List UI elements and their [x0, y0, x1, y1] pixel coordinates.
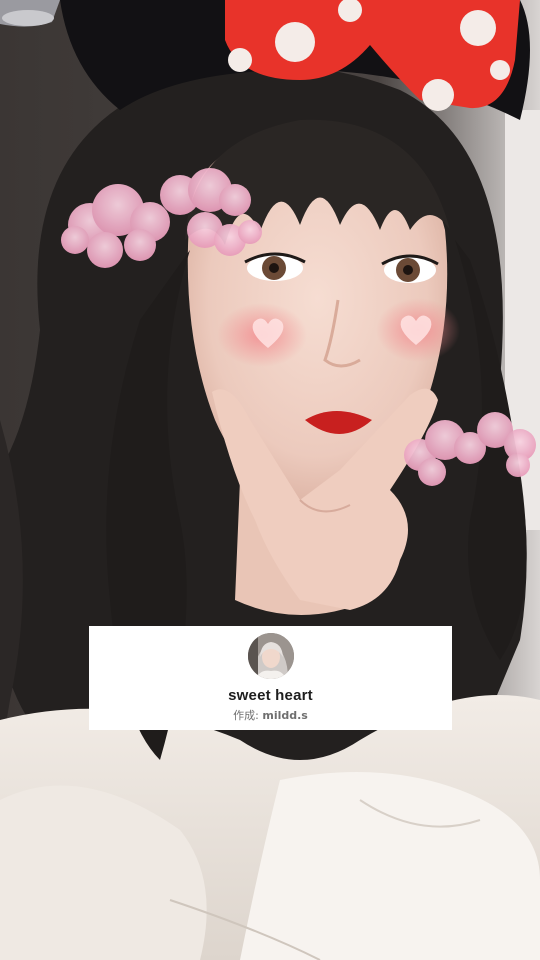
creator-prefix: 作成:: [233, 709, 263, 722]
avatar-portrait-icon: [247, 633, 294, 679]
camera-preview-screen: sweet heart 作成: mildd.s: [0, 0, 540, 960]
creator-name[interactable]: mildd.s: [262, 709, 307, 722]
camera-preview-photo: [0, 0, 540, 960]
creator-avatar[interactable]: [247, 633, 294, 679]
effect-title: sweet heart: [228, 687, 313, 704]
effect-creator[interactable]: 作成: mildd.s: [233, 709, 308, 722]
effect-info-card[interactable]: sweet heart 作成: mildd.s: [89, 626, 452, 730]
